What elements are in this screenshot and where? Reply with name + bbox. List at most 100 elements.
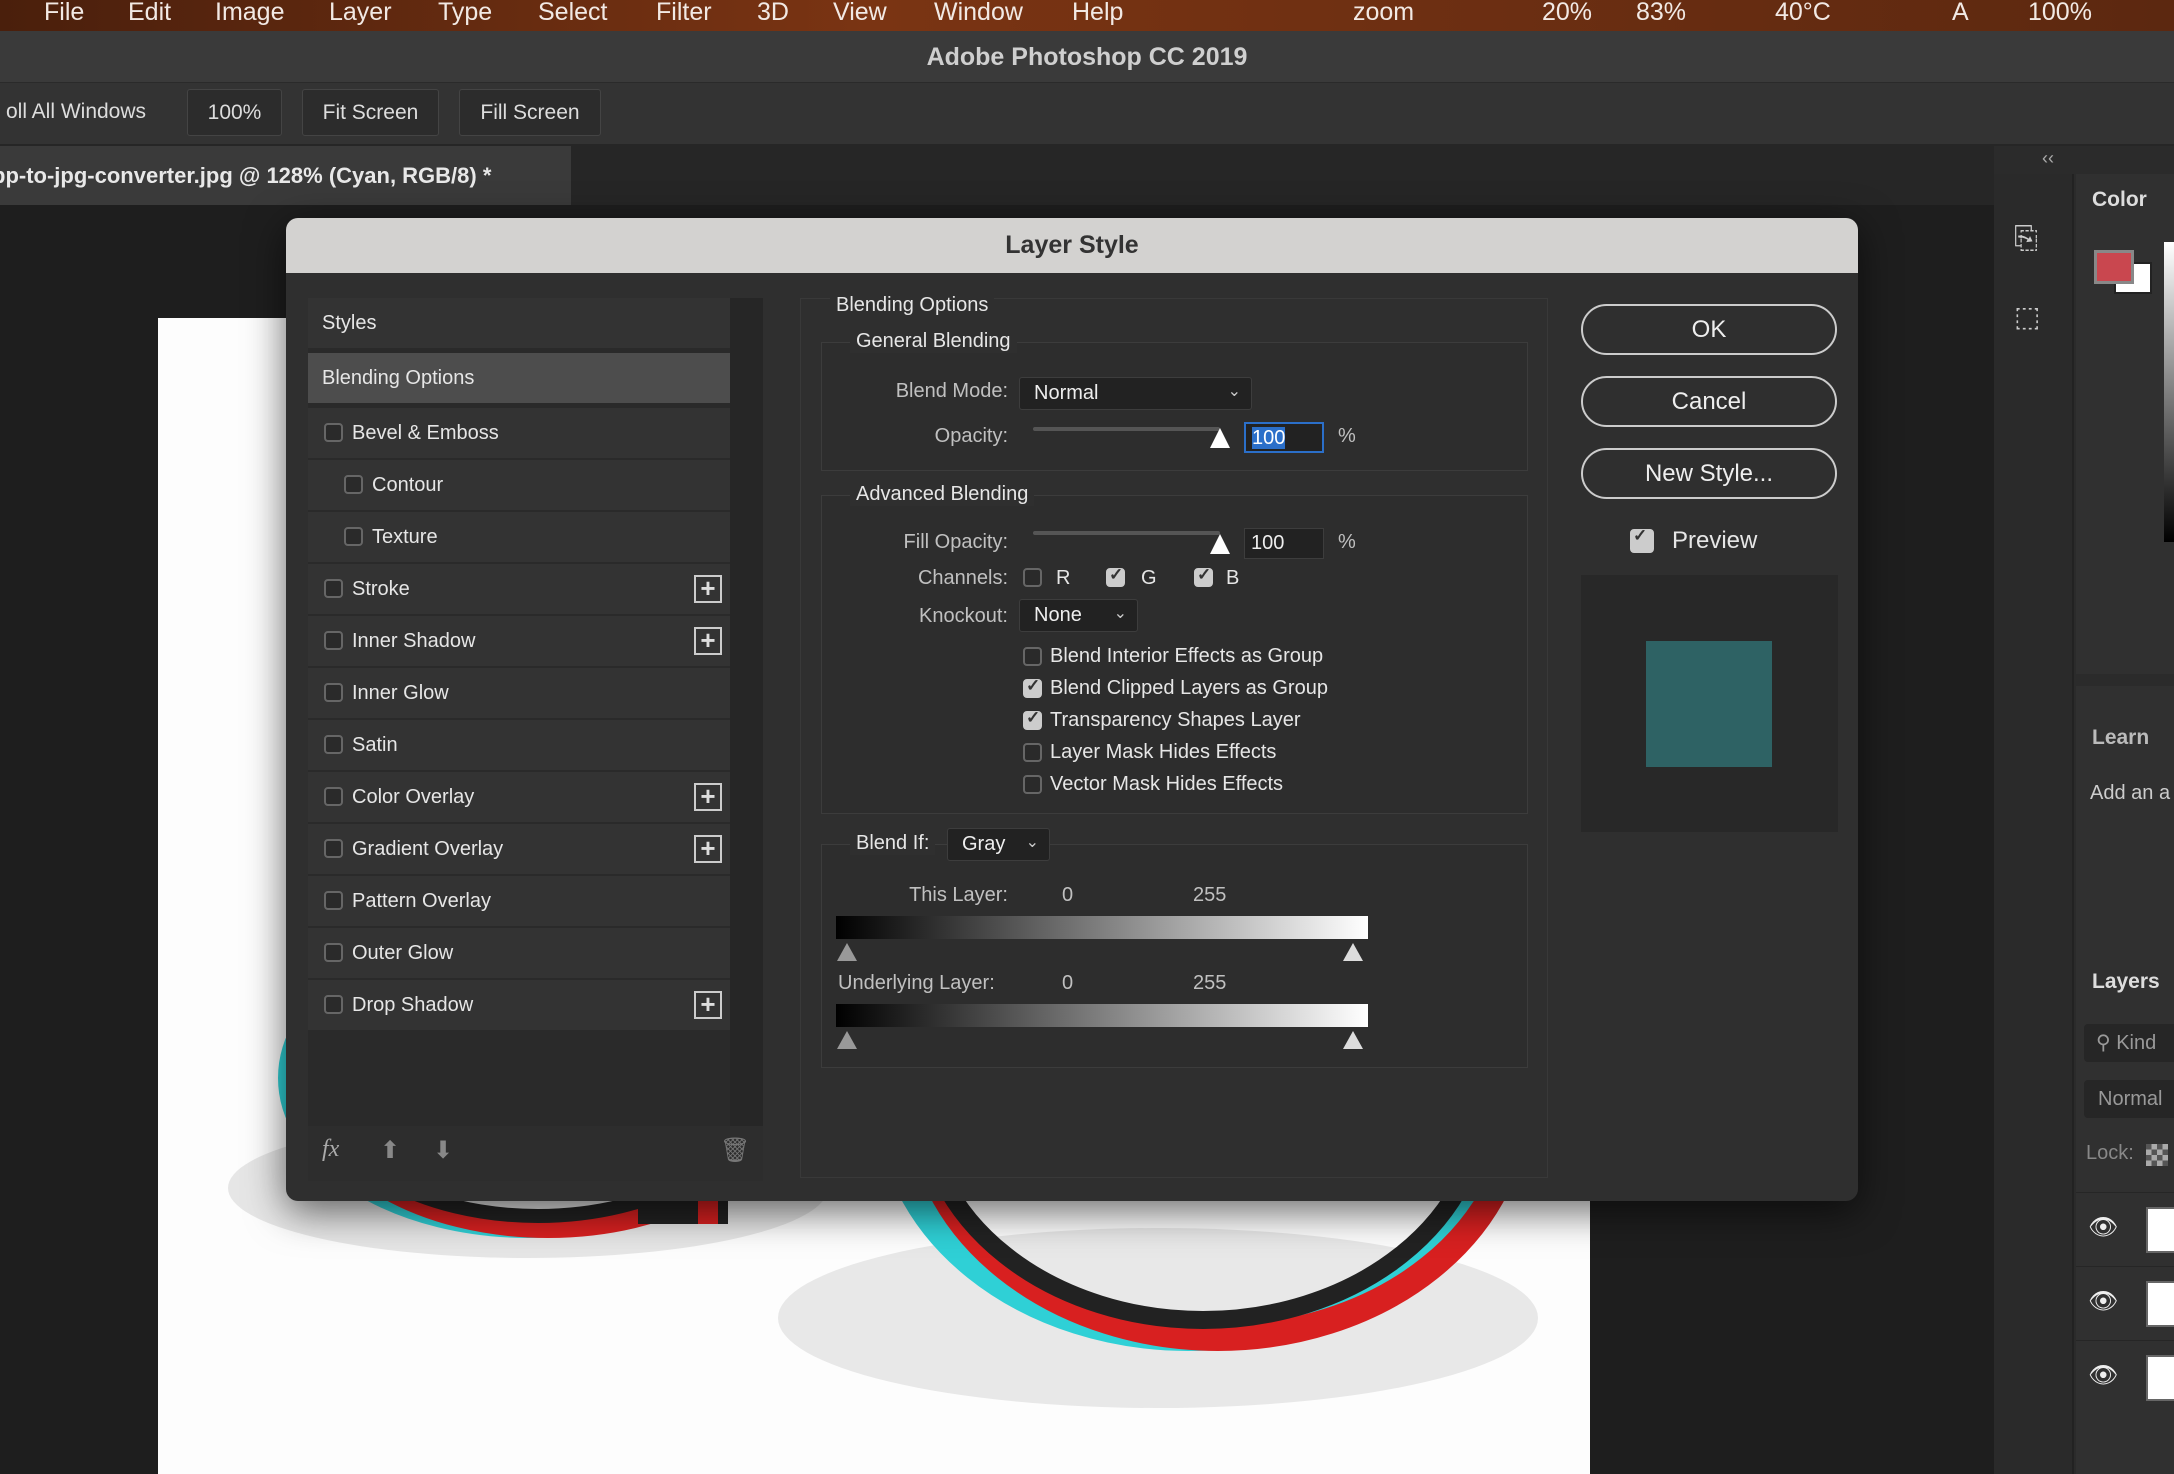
layer-row[interactable]: 👁 <box>2076 1340 2174 1414</box>
outer-glow-checkbox[interactable] <box>324 943 343 962</box>
channel-r-checkbox[interactable] <box>1023 568 1042 587</box>
layers-panel-tab[interactable]: Layers <box>2092 970 2160 994</box>
style-item-contour[interactable]: Contour <box>308 460 730 510</box>
layer-filter-kind[interactable]: ⚲ Kind <box>2084 1024 2174 1062</box>
style-item-stroke[interactable]: Stroke + <box>308 564 730 614</box>
stroke-checkbox[interactable] <box>324 579 343 598</box>
layer-mask-hides-effects-checkbox[interactable] <box>1023 743 1042 762</box>
memory-status[interactable]: 83% <box>1636 0 1686 27</box>
style-item-pattern-overlay[interactable]: Pattern Overlay <box>308 876 730 926</box>
menu-type[interactable]: Type <box>438 0 492 27</box>
satin-checkbox[interactable] <box>324 735 343 754</box>
add-gradient-overlay-icon[interactable]: + <box>694 835 722 863</box>
opacity-slider-handle[interactable] <box>1210 428 1230 448</box>
opacity-input[interactable]: 100 <box>1244 422 1324 453</box>
foreground-color-swatch[interactable] <box>2094 250 2134 284</box>
fit-screen-button[interactable]: Fit Screen <box>302 89 439 136</box>
menu-help[interactable]: Help <box>1072 0 1123 27</box>
this-layer-white-slider[interactable] <box>1343 943 1363 961</box>
layer-row[interactable]: 👁 <box>2076 1192 2174 1266</box>
new-style-button[interactable]: New Style... <box>1581 448 1837 499</box>
underlying-white-slider[interactable] <box>1343 1031 1363 1049</box>
blend-mode-dropdown[interactable]: Normal ⌄ <box>1019 377 1252 410</box>
blend-interior-effects-as-group-checkbox[interactable] <box>1023 647 1042 666</box>
blend-if-dropdown[interactable]: Gray ⌄ <box>947 828 1050 861</box>
trash-icon[interactable]: 🗑 <box>720 1136 750 1165</box>
lock-transparency-icon[interactable] <box>2146 1144 2168 1166</box>
opacity-slider[interactable] <box>1033 427 1220 431</box>
style-item-drop-shadow[interactable]: Drop Shadow + <box>308 980 730 1030</box>
cpu-status[interactable]: 20% <box>1542 0 1592 27</box>
fx-icon[interactable]: fx <box>322 1136 339 1163</box>
temperature-status[interactable]: 40°C <box>1775 0 1831 27</box>
layer-row[interactable]: 👁 <box>2076 1266 2174 1340</box>
color-panel-tab[interactable]: Color <box>2092 188 2147 212</box>
knockout-dropdown[interactable]: None ⌄ <box>1019 599 1138 632</box>
fill-opacity-slider[interactable] <box>1033 531 1220 535</box>
menu-window[interactable]: Window <box>934 0 1023 27</box>
menu-edit[interactable]: Edit <box>128 0 171 27</box>
style-item-gradient-overlay[interactable]: Gradient Overlay + <box>308 824 730 874</box>
add-drop-shadow-icon[interactable]: + <box>694 991 722 1019</box>
learn-panel-tab[interactable]: Learn <box>2092 726 2149 750</box>
channel-b-checkbox[interactable] <box>1194 565 1213 587</box>
gradient-overlay-checkbox[interactable] <box>324 839 343 858</box>
menu-filter[interactable]: Filter <box>656 0 712 27</box>
battery-status[interactable]: 100% <box>2028 0 2092 27</box>
underlying-black-slider[interactable] <box>837 1031 857 1049</box>
style-item-satin[interactable]: Satin <box>308 720 730 770</box>
3d-icon[interactable]: ⬚ <box>2014 300 2040 333</box>
move-down-icon[interactable]: ⬇ <box>433 1136 453 1165</box>
pattern-overlay-checkbox[interactable] <box>324 891 343 910</box>
menu-select[interactable]: Select <box>538 0 607 27</box>
bevel-emboss-checkbox[interactable] <box>324 423 343 442</box>
history-icon[interactable]: ⎘ <box>2014 222 2038 256</box>
fill-opacity-slider-handle[interactable] <box>1210 534 1230 554</box>
this-layer-black-slider[interactable] <box>837 943 857 961</box>
add-color-overlay-icon[interactable]: + <box>694 783 722 811</box>
style-item-inner-glow[interactable]: Inner Glow <box>308 668 730 718</box>
zoom-status[interactable]: zoom <box>1353 0 1414 27</box>
texture-checkbox[interactable] <box>344 527 363 546</box>
styles-header[interactable]: Styles <box>308 298 730 348</box>
collapse-panels-icon[interactable]: ‹‹ <box>2042 148 2054 169</box>
move-up-icon[interactable]: ⬆ <box>380 1136 400 1165</box>
document-tab[interactable]: bp-to-jpg-converter.jpg @ 128% (Cyan, RG… <box>0 146 571 205</box>
color-ramp[interactable] <box>2164 242 2174 542</box>
menu-view[interactable]: View <box>833 0 887 27</box>
inner-glow-checkbox[interactable] <box>324 683 343 702</box>
vector-mask-hides-effects-checkbox[interactable] <box>1023 775 1042 794</box>
blend-clipped-layers-as-group-checkbox[interactable] <box>1023 676 1042 698</box>
input-source[interactable]: A <box>1952 0 1969 27</box>
style-item-blending-options[interactable]: Blending Options <box>308 353 730 403</box>
drop-shadow-checkbox[interactable] <box>324 995 343 1014</box>
scroll-all-windows-checkbox[interactable]: oll All Windows <box>0 89 156 136</box>
fill-screen-button[interactable]: Fill Screen <box>459 89 601 136</box>
zoom-100-button[interactable]: 100% <box>187 89 282 136</box>
eye-icon[interactable]: 👁 <box>2088 1361 2118 1390</box>
eye-icon[interactable]: 👁 <box>2088 1213 2118 1242</box>
style-item-inner-shadow[interactable]: Inner Shadow + <box>308 616 730 666</box>
add-inner-shadow-icon[interactable]: + <box>694 627 722 655</box>
cancel-button[interactable]: Cancel <box>1581 376 1837 427</box>
contour-checkbox[interactable] <box>344 475 363 494</box>
color-overlay-checkbox[interactable] <box>324 787 343 806</box>
menu-file[interactable]: File <box>44 0 84 27</box>
menu-image[interactable]: Image <box>215 0 284 27</box>
eye-icon[interactable]: 👁 <box>2088 1287 2118 1316</box>
ok-button[interactable]: OK <box>1581 304 1837 355</box>
style-item-outer-glow[interactable]: Outer Glow <box>308 928 730 978</box>
preview-checkbox[interactable] <box>1630 526 1654 553</box>
style-item-texture[interactable]: Texture <box>308 512 730 562</box>
style-item-color-overlay[interactable]: Color Overlay + <box>308 772 730 822</box>
transparency-shapes-layer-checkbox[interactable] <box>1023 708 1042 730</box>
menu-layer[interactable]: Layer <box>329 0 392 27</box>
styles-scrollbar[interactable] <box>730 298 763 1126</box>
add-stroke-icon[interactable]: + <box>694 575 722 603</box>
style-item-bevel-emboss[interactable]: Bevel & Emboss <box>308 408 730 458</box>
blend-mode-select[interactable]: Normal <box>2084 1080 2174 1118</box>
menu-3d[interactable]: 3D <box>757 0 789 27</box>
inner-shadow-checkbox[interactable] <box>324 631 343 650</box>
channel-g-checkbox[interactable] <box>1106 565 1125 587</box>
fill-opacity-input[interactable]: 100 <box>1244 528 1324 559</box>
